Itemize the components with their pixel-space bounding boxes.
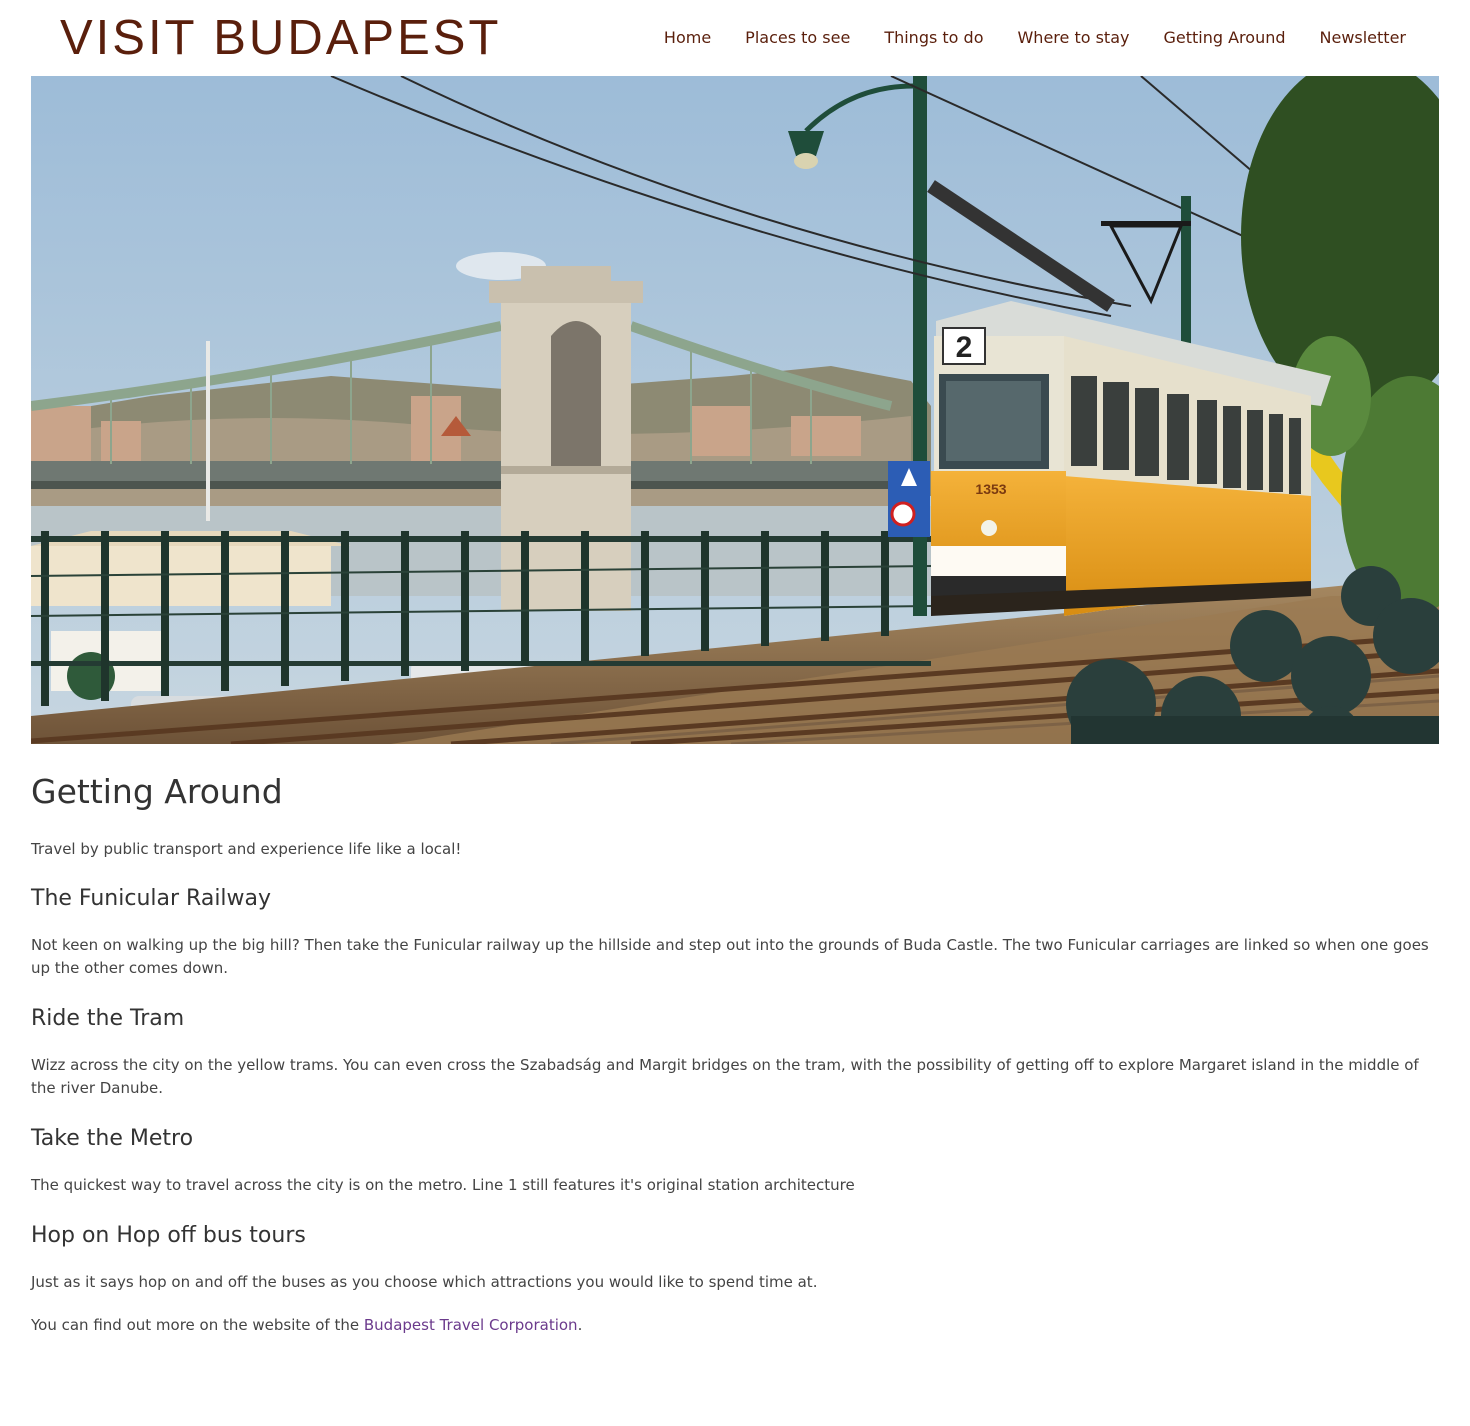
footer-note-suffix: . [577,1316,583,1334]
nav-getting-around[interactable]: Getting Around [1163,26,1285,50]
lead-text: Travel by public transport and experienc… [31,840,462,858]
nav-home[interactable]: Home [664,26,711,50]
tram-fleet-number: 1353 [975,481,1006,497]
section-heading-tram: Ride the Tram [31,1006,185,1031]
page-title: Getting Around [31,772,283,811]
nav-things-to-do[interactable]: Things to do [884,26,983,50]
nav-newsletter[interactable]: Newsletter [1320,26,1407,50]
section-text-tram: Wizz across the city on the yellow trams… [31,1056,1419,1097]
hero-image: 2 1353 [31,76,1439,744]
section-heading-bus-tours: Hop on Hop off bus tours [31,1223,306,1248]
tram-route-number: 2 [956,331,973,364]
section-text-funicular: Not keen on walking up the big hill? The… [31,936,1429,977]
budapest-travel-corporation-link[interactable]: Budapest Travel Corporation [364,1316,578,1334]
footer-note: You can find out more on the website of … [31,1314,1439,1336]
section-heading-funicular: The Funicular Railway [31,886,272,911]
nav-where-to-stay[interactable]: Where to stay [1017,26,1129,50]
section-text-bus-tours: Just as it says hop on and off the buses… [31,1273,818,1291]
footer-note-prefix: You can find out more on the website of … [31,1316,364,1334]
section-heading-metro: Take the Metro [31,1126,194,1151]
section-text-metro: The quickest way to travel across the ci… [31,1176,855,1194]
main-content: Getting Around Travel by public transpor… [31,760,1439,1336]
nav-places-to-see[interactable]: Places to see [745,26,850,50]
main-nav: Home Places to see Things to do Where to… [664,26,1406,50]
site-logo[interactable]: VISIT BUDAPEST [60,8,501,68]
site-header: VISIT BUDAPEST Home Places to see Things… [0,0,1470,76]
